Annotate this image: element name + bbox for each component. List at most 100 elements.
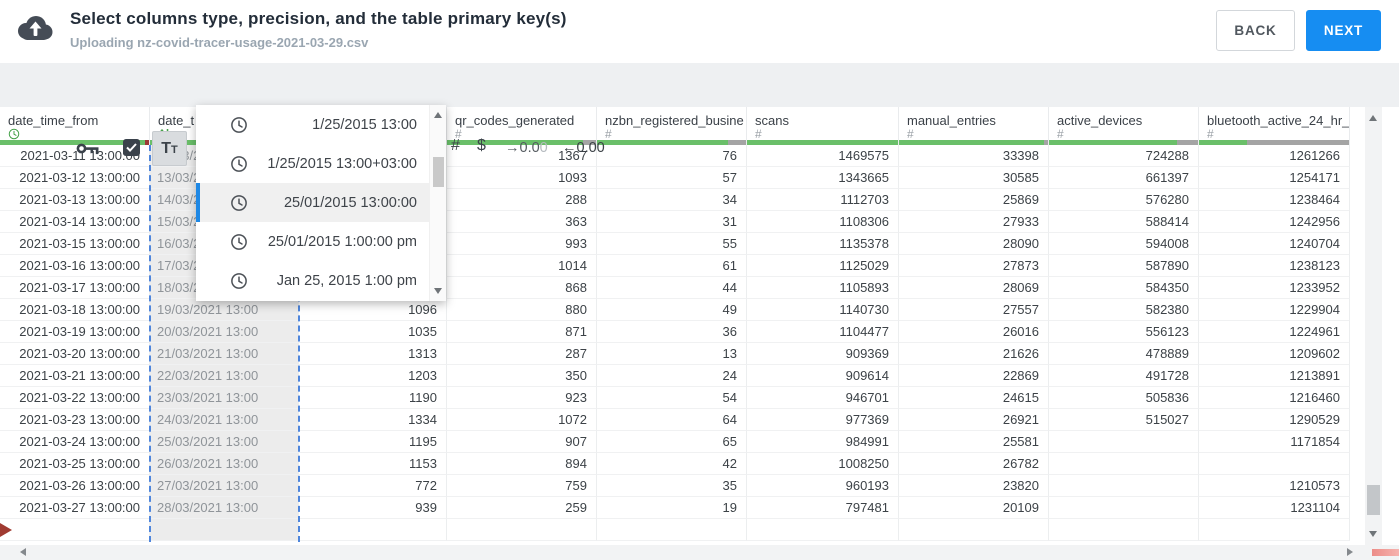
table-cell[interactable]: 724288 [1049, 145, 1199, 167]
table-cell[interactable]: 33398 [899, 145, 1049, 167]
table-cell[interactable]: 22869 [899, 365, 1049, 387]
table-cell[interactable]: 1238464 [1199, 189, 1350, 211]
table-cell[interactable]: 797481 [747, 497, 899, 519]
table-cell[interactable]: 13 [597, 343, 747, 365]
horizontal-scrollbar[interactable] [0, 545, 1399, 560]
table-cell[interactable]: 1112703 [747, 189, 899, 211]
table-cell[interactable]: 909369 [747, 343, 899, 365]
table-cell[interactable] [747, 519, 899, 541]
table-cell[interactable]: 1242956 [1199, 211, 1350, 233]
table-cell[interactable]: 27873 [899, 255, 1049, 277]
table-cell[interactable]: 2021-03-13 13:00:00 [0, 189, 150, 211]
scroll-left-arrow-icon[interactable] [20, 548, 26, 556]
table-cell[interactable]: 1195 [299, 431, 447, 453]
table-cell[interactable]: 28069 [899, 277, 1049, 299]
table-cell[interactable]: 42 [597, 453, 747, 475]
table-cell[interactable]: 582380 [1049, 299, 1199, 321]
table-cell[interactable]: 28090 [899, 233, 1049, 255]
scroll-down-arrow-icon[interactable] [1369, 531, 1377, 537]
table-cell[interactable]: 960193 [747, 475, 899, 497]
vertical-scrollbar-thumb[interactable] [1367, 485, 1380, 515]
table-cell[interactable] [1049, 519, 1199, 541]
table-cell[interactable]: 2021-03-14 13:00:00 [0, 211, 150, 233]
table-cell[interactable]: 23/03/2021 13:00 [150, 387, 299, 409]
table-cell[interactable]: 24/03/2021 13:00 [150, 409, 299, 431]
table-cell[interactable]: 30585 [899, 167, 1049, 189]
column-header-manual_entries[interactable]: manual_entries # [899, 107, 1049, 145]
table-cell[interactable]: 880 [447, 299, 597, 321]
table-cell[interactable]: 2021-03-27 13:00:00 [0, 497, 150, 519]
table-cell[interactable]: 1231104 [1199, 497, 1350, 519]
table-cell[interactable]: 2021-03-24 13:00:00 [0, 431, 150, 453]
table-cell[interactable]: 1261266 [1199, 145, 1350, 167]
table-cell[interactable]: 350 [447, 365, 597, 387]
table-cell[interactable]: 2021-03-17 13:00:00 [0, 277, 150, 299]
table-cell[interactable]: 1008250 [747, 453, 899, 475]
table-cell[interactable]: 584350 [1049, 277, 1199, 299]
table-cell[interactable]: 868 [447, 277, 597, 299]
table-cell[interactable]: 1135378 [747, 233, 899, 255]
table-cell[interactable]: 24 [597, 365, 747, 387]
table-cell[interactable]: 2021-03-16 13:00:00 [0, 255, 150, 277]
table-cell[interactable]: 19 [597, 497, 747, 519]
table-cell[interactable]: 1014 [447, 255, 597, 277]
table-cell[interactable]: 1096 [299, 299, 447, 321]
column-header-nzbn_registered_busine[interactable]: nzbn_registered_busine # [597, 107, 747, 145]
table-cell[interactable]: 1171854 [1199, 431, 1350, 453]
table-cell[interactable] [447, 519, 597, 541]
table-cell[interactable]: 26016 [899, 321, 1049, 343]
table-cell[interactable] [1199, 519, 1350, 541]
table-cell[interactable]: 76 [597, 145, 747, 167]
table-cell[interactable]: 2021-03-20 13:00:00 [0, 343, 150, 365]
table-cell[interactable] [1049, 497, 1199, 519]
table-cell[interactable]: 1140730 [747, 299, 899, 321]
table-cell[interactable]: 26/03/2021 13:00 [150, 453, 299, 475]
table-cell[interactable]: 1240704 [1199, 233, 1350, 255]
table-cell[interactable]: 2021-03-23 13:00:00 [0, 409, 150, 431]
dropdown-scrollbar[interactable] [429, 105, 446, 301]
table-cell[interactable] [597, 519, 747, 541]
table-cell[interactable]: 23820 [899, 475, 1049, 497]
table-cell[interactable]: 1190 [299, 387, 447, 409]
table-cell[interactable]: 923 [447, 387, 597, 409]
table-cell[interactable]: 25/03/2021 13:00 [150, 431, 299, 453]
column-header-bluetooth_active_24_hr_[interactable]: bluetooth_active_24_hr_ # [1199, 107, 1350, 145]
table-cell[interactable]: 2021-03-21 13:00:00 [0, 365, 150, 387]
table-cell[interactable]: 1105893 [747, 277, 899, 299]
table-cell[interactable]: 363 [447, 211, 597, 233]
table-cell[interactable]: 21626 [899, 343, 1049, 365]
include-column-checkbox[interactable] [123, 139, 140, 156]
table-cell[interactable]: 19/03/2021 13:00 [150, 299, 299, 321]
table-cell[interactable]: 36 [597, 321, 747, 343]
table-cell[interactable]: 1238123 [1199, 255, 1350, 277]
table-cell[interactable]: 759 [447, 475, 597, 497]
table-cell[interactable]: 24615 [899, 387, 1049, 409]
table-cell[interactable]: 478889 [1049, 343, 1199, 365]
table-cell[interactable]: 894 [447, 453, 597, 475]
table-cell[interactable]: 21/03/2021 13:00 [150, 343, 299, 365]
table-cell[interactable]: 2021-03-12 13:00:00 [0, 167, 150, 189]
dropdown-option[interactable]: Jan 25, 2015 1:00 pm [196, 261, 429, 300]
table-cell[interactable]: 28/03/2021 13:00 [150, 497, 299, 519]
table-cell[interactable]: 259 [447, 497, 597, 519]
table-cell[interactable]: 64 [597, 409, 747, 431]
table-cell[interactable]: 20/03/2021 13:00 [150, 321, 299, 343]
scroll-down-arrow-icon[interactable] [434, 288, 442, 294]
table-cell[interactable]: 946701 [747, 387, 899, 409]
table-cell[interactable]: 1035 [299, 321, 447, 343]
table-cell[interactable] [0, 519, 150, 541]
table-cell[interactable]: 27557 [899, 299, 1049, 321]
horizontal-scrollbar-thumb[interactable] [1372, 549, 1399, 556]
table-cell[interactable]: 22/03/2021 13:00 [150, 365, 299, 387]
primary-key-icon[interactable] [76, 141, 99, 161]
vertical-scrollbar[interactable] [1365, 107, 1382, 545]
table-cell[interactable]: 1093 [447, 167, 597, 189]
table-cell[interactable]: 909614 [747, 365, 899, 387]
increase-decimals-button[interactable]: →0.00 [505, 140, 548, 156]
column-header-active_devices[interactable]: active_devices # [1049, 107, 1199, 145]
table-cell[interactable] [1049, 453, 1199, 475]
table-cell[interactable]: 31 [597, 211, 747, 233]
table-cell[interactable] [1199, 453, 1350, 475]
table-cell[interactable]: 1313 [299, 343, 447, 365]
table-cell[interactable]: 54 [597, 387, 747, 409]
